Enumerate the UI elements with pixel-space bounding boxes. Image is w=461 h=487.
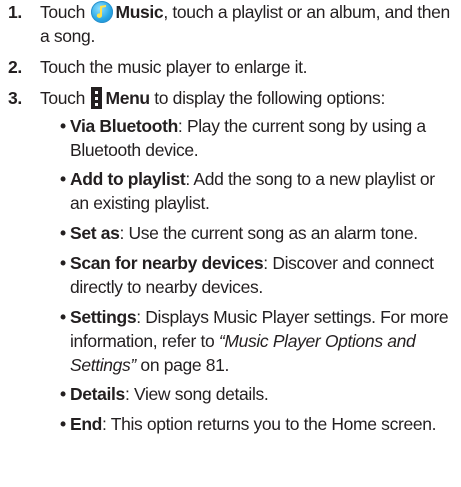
bullet-dot: •	[60, 223, 66, 243]
option-term: Settings	[70, 307, 137, 327]
music-app-icon	[91, 1, 114, 23]
option-term: Scan for nearby devices	[70, 253, 264, 273]
bullet-dot: •	[60, 414, 66, 434]
option-desc-end: on page 81.	[135, 355, 230, 375]
bullet-dot: •	[60, 253, 66, 273]
step-text-pre: Touch	[40, 2, 90, 22]
option-text: Set as: Use the current song as an alarm…	[60, 221, 458, 245]
step-number: 2.	[8, 57, 22, 77]
option-text: Add to playlist: Add the song to a new p…	[60, 167, 458, 215]
step-3: 3. Touch Menu to display the following o…	[0, 86, 461, 110]
menu-label: Menu	[105, 88, 150, 108]
option-scan-for-nearby-devices: • Scan for nearby devices: Discover and …	[60, 251, 458, 299]
option-term: Add to playlist	[70, 169, 186, 189]
music-label: Music	[115, 2, 164, 22]
bullet-dot: •	[60, 116, 66, 136]
step-number: 1.	[8, 2, 22, 22]
option-term: End	[70, 414, 103, 434]
option-text: Scan for nearby devices: Discover and co…	[60, 251, 458, 299]
option-text: Via Bluetooth: Play the current song by …	[60, 114, 458, 162]
option-text: Settings: Displays Music Player settings…	[60, 305, 458, 377]
option-desc: : View song details.	[124, 384, 269, 404]
bullet-dot: •	[60, 384, 66, 404]
step-text: Touch the music player to enlarge it.	[40, 57, 308, 77]
step-text-pre: Touch	[40, 88, 90, 108]
option-set-as: • Set as: Use the current song as an ala…	[60, 221, 458, 245]
option-details: • Details: View song details.	[60, 382, 458, 406]
option-text: End: This option returns you to the Home…	[60, 412, 458, 436]
option-term: Set as	[70, 223, 120, 243]
bullet-dot: •	[60, 307, 66, 327]
step-1: 1. Touch Music, touch a playlist or an a…	[0, 0, 461, 48]
step-text-post: to display the following options:	[149, 88, 385, 108]
bullet-dot: •	[60, 169, 66, 189]
step-2: 2. Touch the music player to enlarge it.	[0, 55, 461, 79]
step-text: Touch Music, touch a playlist or an albu…	[40, 0, 458, 48]
option-term: Details	[70, 384, 125, 404]
menu-icon	[91, 87, 103, 109]
option-add-to-playlist: • Add to playlist: Add the song to a new…	[60, 167, 458, 215]
option-text: Details: View song details.	[60, 382, 458, 406]
option-end: • End: This option returns you to the Ho…	[60, 412, 458, 436]
step-number: 3.	[8, 88, 22, 108]
option-settings: • Settings: Displays Music Player settin…	[60, 305, 458, 377]
option-desc: : This option returns you to the Home sc…	[102, 414, 437, 434]
step-text: Touch Menu to display the following opti…	[40, 86, 458, 110]
option-desc: : Use the current song as an alarm tone.	[119, 223, 418, 243]
option-term: Via Bluetooth	[70, 116, 178, 136]
document-page: 1. Touch Music, touch a playlist or an a…	[0, 0, 461, 487]
option-via-bluetooth: • Via Bluetooth: Play the current song b…	[60, 114, 458, 162]
